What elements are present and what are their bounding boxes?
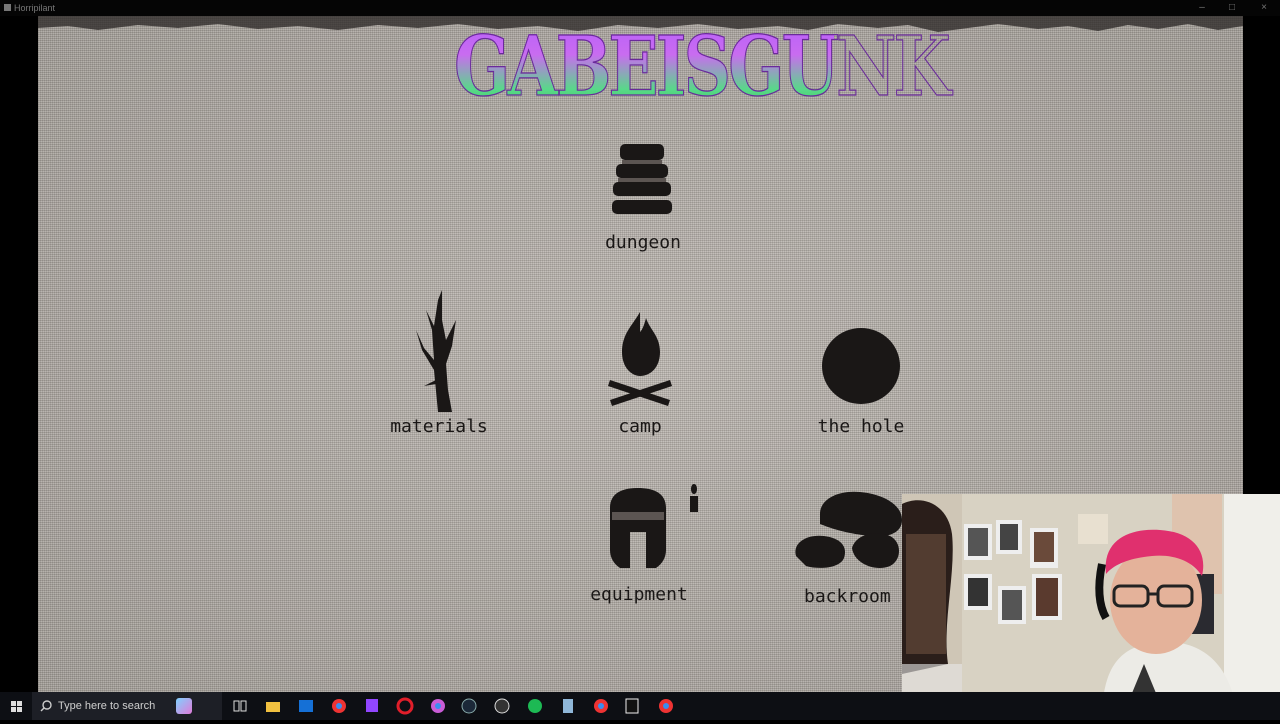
campfire-icon: [608, 312, 672, 406]
windows-taskbar: Type here to search: [0, 692, 1280, 720]
location-backroom[interactable]: backroom: [790, 484, 902, 610]
location-dungeon[interactable]: dungeon: [588, 140, 698, 256]
window-title: Horripilant: [14, 3, 56, 13]
location-label: materials: [390, 416, 488, 437]
cortana-icon[interactable]: [176, 698, 192, 714]
obs-icon[interactable]: [493, 697, 511, 715]
app-icon[interactable]: [623, 697, 641, 715]
close-icon[interactable]: ×: [1250, 0, 1278, 16]
taskbar-search-box[interactable]: Type here to search: [32, 692, 222, 720]
chrome-icon[interactable]: [330, 697, 348, 715]
webcam-overlay: [902, 494, 1280, 720]
dead-tree-icon: [416, 290, 456, 412]
location-the-hole[interactable]: the hole: [802, 324, 920, 440]
steam-icon[interactable]: [460, 697, 478, 715]
location-label: the hole: [817, 416, 905, 437]
search-icon: [40, 700, 52, 712]
twitch-icon[interactable]: [363, 697, 381, 715]
location-label: dungeon: [605, 232, 681, 253]
helmet-icon: [610, 484, 698, 568]
windows-start-icon[interactable]: [0, 692, 32, 720]
notepad-icon[interactable]: [559, 697, 577, 715]
search-placeholder: Type here to search: [58, 700, 156, 712]
streamer-camera-feed: [902, 494, 1280, 720]
file-explorer-icon[interactable]: [264, 697, 282, 715]
location-label: equipment: [590, 584, 688, 605]
location-equipment[interactable]: equipment: [578, 478, 700, 610]
outlook-icon[interactable]: [297, 697, 315, 715]
location-label: camp: [618, 416, 662, 437]
location-label: backroom: [804, 586, 891, 607]
app-icon: [4, 4, 11, 11]
game-logo: GABEISGUNK: [454, 9, 952, 124]
chrome-icon[interactable]: [429, 697, 447, 715]
minimize-icon[interactable]: –: [1188, 0, 1216, 16]
chrome-icon[interactable]: [657, 697, 675, 715]
opera-icon[interactable]: [396, 697, 414, 715]
location-camp[interactable]: camp: [586, 310, 694, 440]
dungeon-icon: [612, 144, 672, 214]
task-view-icon[interactable]: [231, 697, 249, 715]
spotify-icon[interactable]: [526, 697, 544, 715]
chrome-icon[interactable]: [592, 697, 610, 715]
location-materials[interactable]: materials: [378, 290, 500, 440]
hole-icon: [822, 328, 900, 404]
maximize-icon[interactable]: □: [1218, 0, 1246, 16]
rocks-icon: [795, 491, 902, 568]
